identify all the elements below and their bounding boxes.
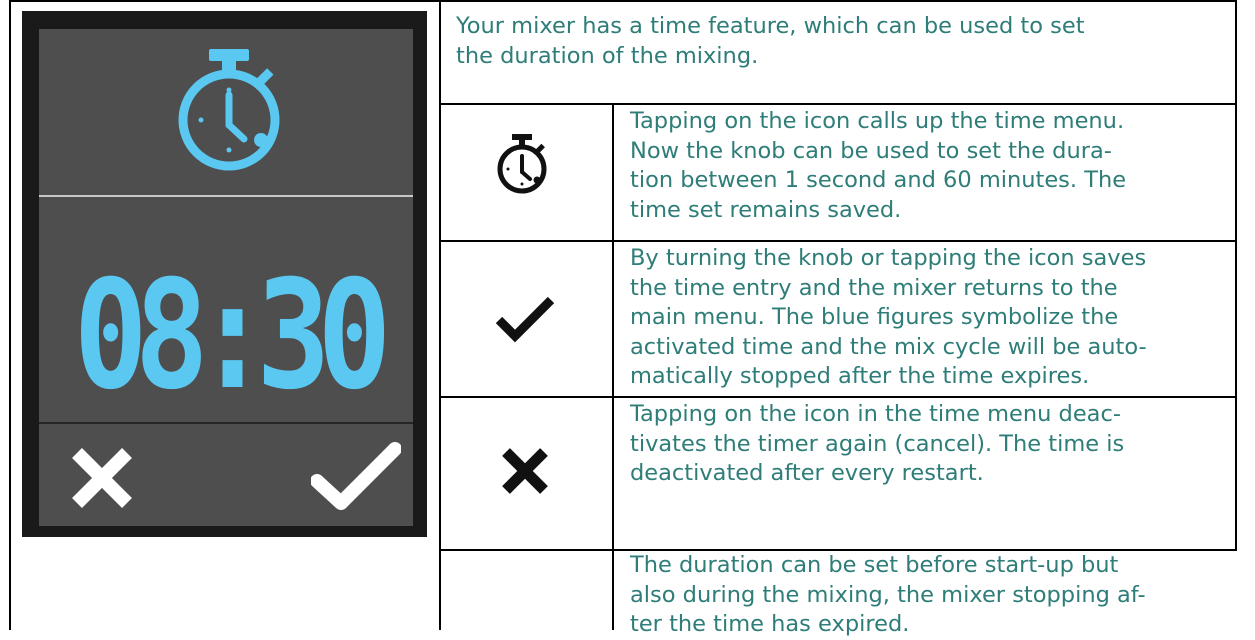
row-2-text: By turning the knob or tapping the icon … bbox=[630, 245, 1147, 389]
row-1-text: Tapping on the icon calls up the time me… bbox=[630, 108, 1127, 223]
row-3-text: Tapping on the icon in the time menu dea… bbox=[630, 401, 1125, 486]
row-4-text: The duration can be set before start-up … bbox=[630, 552, 1146, 637]
cross-icon bbox=[502, 448, 548, 494]
table-top-border bbox=[9, 0, 1237, 2]
screen-divider-bottom bbox=[39, 422, 413, 424]
checkmark-icon bbox=[495, 296, 555, 343]
screen-divider-top bbox=[39, 195, 413, 197]
row-divider-3 bbox=[440, 396, 1237, 398]
table-left-border bbox=[9, 0, 11, 630]
stopwatch-icon bbox=[497, 134, 547, 194]
stopwatch-icon[interactable] bbox=[164, 45, 294, 175]
checkmark-icon[interactable] bbox=[311, 441, 401, 511]
intro-text: Your mixer has a time feature, which can… bbox=[456, 13, 1085, 69]
row-divider-1 bbox=[440, 103, 1237, 105]
table-right-border bbox=[1235, 0, 1237, 550]
mixer-display-panel: 08:30 bbox=[22, 11, 427, 537]
mixer-screen: 08:30 bbox=[39, 29, 413, 526]
time-display: 08:30 bbox=[73, 249, 392, 423]
row-divider-2 bbox=[440, 240, 1237, 242]
cancel-icon[interactable] bbox=[67, 443, 137, 513]
table-divider-vertical bbox=[439, 0, 441, 630]
